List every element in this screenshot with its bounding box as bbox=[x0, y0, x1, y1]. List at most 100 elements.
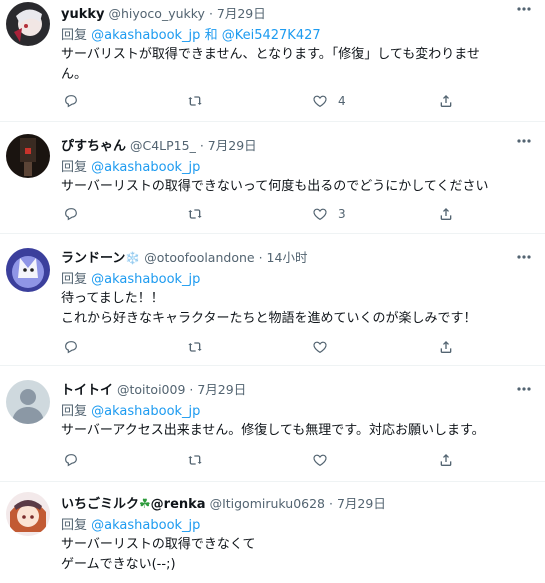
like-button[interactable]: 4 bbox=[312, 91, 346, 111]
retweet-button[interactable] bbox=[187, 204, 203, 224]
timestamp[interactable]: 7月29日 bbox=[208, 138, 257, 153]
share-button[interactable] bbox=[438, 204, 454, 224]
tweet-header: ぴすちゃん @C4LP15_ · 7月29日 bbox=[61, 136, 535, 156]
clover-icon: ☘ bbox=[139, 497, 151, 512]
retweet-button[interactable] bbox=[187, 91, 203, 111]
separator-dot: · bbox=[199, 138, 204, 153]
display-name[interactable]: ぴすちゃん bbox=[61, 139, 126, 154]
reply-button[interactable] bbox=[63, 91, 79, 111]
share-icon bbox=[440, 95, 452, 107]
like-button[interactable] bbox=[312, 337, 328, 357]
avatar[interactable] bbox=[6, 2, 50, 46]
action-bar: 4 bbox=[61, 91, 535, 111]
like-button[interactable] bbox=[312, 450, 328, 470]
reply-icon bbox=[65, 208, 77, 221]
reply-to-line: 回复 @akashabook_jp bbox=[61, 270, 535, 289]
avatar[interactable] bbox=[6, 134, 50, 178]
tweet-header: いちごミルク☘@renka @Itigomiruku0628 · 7月29日 bbox=[61, 494, 535, 514]
timestamp[interactable]: 7月29日 bbox=[337, 496, 386, 511]
tweet[interactable]: トイトイ @toitoi009 · 7月29日 回复 @akashabook_j… bbox=[0, 366, 545, 482]
action-bar bbox=[61, 337, 535, 357]
reply-prefix: 回复 bbox=[61, 160, 88, 175]
avatar[interactable] bbox=[6, 492, 50, 536]
display-name-tail[interactable]: @renka bbox=[151, 497, 206, 512]
retweet-button[interactable] bbox=[187, 337, 203, 357]
reply-icon bbox=[65, 454, 77, 467]
display-name[interactable]: ランドーン bbox=[61, 251, 125, 266]
tweet-header: トイトイ @toitoi009 · 7月29日 bbox=[61, 380, 535, 400]
user-handle[interactable]: @Itigomiruku0628 bbox=[210, 496, 325, 511]
reply-to-line: 回复 @akashabook_jp bbox=[61, 158, 535, 177]
reply-prefix: 回复 bbox=[61, 518, 88, 533]
more-icon[interactable] bbox=[515, 382, 533, 396]
share-icon bbox=[440, 341, 452, 353]
retweet-button[interactable] bbox=[187, 450, 203, 470]
reply-to-line: 回复 @akashabook_jp bbox=[61, 516, 535, 535]
share-button[interactable] bbox=[438, 91, 454, 111]
reply-button[interactable] bbox=[63, 204, 79, 224]
separator-dot: · bbox=[329, 496, 333, 511]
tweet-text: サーバーリストの取得できなくて ゲームできない(--;) bbox=[61, 537, 256, 572]
like-count: 3 bbox=[338, 207, 346, 221]
reply-button[interactable] bbox=[63, 450, 79, 470]
display-name[interactable]: yukky bbox=[61, 7, 105, 22]
timestamp[interactable]: 7月29日 bbox=[197, 382, 246, 397]
tweet-text: サーバリストが取得できません、となります。「修復」しても変わりませ ん。 bbox=[61, 47, 480, 82]
user-handle[interactable]: @toitoi009 bbox=[117, 382, 185, 397]
display-name[interactable]: いちごミルク bbox=[61, 497, 139, 512]
tweet[interactable]: ランドーン❄️ @otoofoolandone · 14小时 回复 @akash… bbox=[0, 234, 545, 366]
user-handle[interactable]: @otoofoolandone bbox=[144, 250, 254, 265]
tweet[interactable]: いちごミルク☘@renka @Itigomiruku0628 · 7月29日 回… bbox=[0, 482, 545, 583]
tweet-text: サーバーアクセス出来ません。修復しても無理です。対応お願いします。 bbox=[61, 423, 485, 438]
like-button[interactable]: 3 bbox=[312, 204, 346, 224]
timestamp[interactable]: 7月29日 bbox=[217, 6, 266, 21]
heart-icon bbox=[313, 341, 327, 354]
separator-dot: · bbox=[258, 250, 263, 265]
retweet-icon bbox=[188, 342, 202, 352]
mention-link[interactable]: @akashabook_jp bbox=[91, 404, 200, 419]
reply-button[interactable] bbox=[63, 337, 79, 357]
tweet-header: yukky @hiyoco_yukky · 7月29日 bbox=[61, 4, 535, 24]
tweet-header: ランドーン❄️ @otoofoolandone · 14小时 bbox=[61, 248, 535, 268]
user-handle[interactable]: @hiyoco_yukky bbox=[108, 6, 204, 21]
display-name[interactable]: トイトイ bbox=[61, 383, 113, 398]
reply-feed: yukky @hiyoco_yukky · 7月29日 回复 @akashabo… bbox=[0, 0, 545, 583]
reply-icon bbox=[65, 341, 77, 354]
share-icon bbox=[440, 454, 452, 466]
mention-conjunction: 和 bbox=[204, 28, 218, 43]
mention-link[interactable]: @akashabook_jp bbox=[91, 160, 200, 175]
mention-link[interactable]: @akashabook_jp bbox=[91, 28, 200, 43]
reply-prefix: 回复 bbox=[61, 28, 88, 43]
reply-prefix: 回复 bbox=[61, 404, 88, 419]
reply-prefix: 回复 bbox=[61, 272, 88, 287]
retweet-icon bbox=[188, 455, 202, 465]
user-handle[interactable]: @C4LP15_ bbox=[130, 138, 196, 153]
share-icon bbox=[440, 208, 452, 220]
reply-icon bbox=[65, 95, 77, 108]
more-icon[interactable] bbox=[515, 134, 533, 148]
like-count: 4 bbox=[338, 94, 346, 108]
mention-link[interactable]: @Kei5427K427 bbox=[222, 28, 321, 43]
separator-dot: · bbox=[208, 6, 213, 21]
avatar[interactable] bbox=[6, 380, 50, 424]
share-button[interactable] bbox=[438, 450, 454, 470]
avatar[interactable] bbox=[6, 248, 50, 292]
more-icon[interactable] bbox=[515, 2, 533, 16]
mention-link[interactable]: @akashabook_jp bbox=[91, 272, 200, 287]
heart-icon bbox=[313, 95, 327, 108]
action-bar bbox=[61, 450, 535, 470]
reply-to-line: 回复 @akashabook_jp bbox=[61, 402, 535, 421]
timestamp[interactable]: 14小时 bbox=[267, 250, 308, 265]
retweet-icon bbox=[188, 209, 202, 219]
mention-link[interactable]: @akashabook_jp bbox=[91, 518, 200, 533]
more-icon[interactable] bbox=[515, 250, 533, 264]
heart-icon bbox=[313, 208, 327, 221]
tweet[interactable]: yukky @hiyoco_yukky · 7月29日 回复 @akashabo… bbox=[0, 0, 545, 122]
separator-dot: · bbox=[189, 382, 194, 397]
reply-to-line: 回复 @akashabook_jp 和 @Kei5427K427 bbox=[61, 26, 535, 45]
action-bar: 3 bbox=[61, 204, 535, 224]
heart-icon bbox=[313, 454, 327, 467]
snowflake-icon: ❄️ bbox=[125, 251, 141, 265]
share-button[interactable] bbox=[438, 337, 454, 357]
tweet[interactable]: ぴすちゃん @C4LP15_ · 7月29日 回复 @akashabook_jp… bbox=[0, 122, 545, 234]
